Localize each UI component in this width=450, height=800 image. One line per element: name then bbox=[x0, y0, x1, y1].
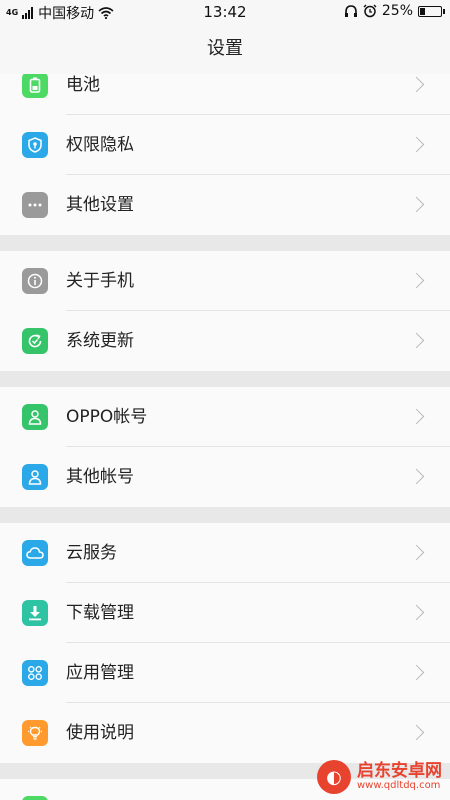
settings-item[interactable]: OPPO帐号 bbox=[0, 387, 450, 447]
cloud-icon bbox=[22, 540, 48, 566]
chevron-right-icon bbox=[408, 76, 425, 93]
page-title: 设置 bbox=[0, 24, 450, 74]
battery-icon bbox=[22, 74, 48, 98]
apps-icon bbox=[22, 660, 48, 686]
settings-item[interactable]: 权限隐私 bbox=[0, 115, 450, 175]
chevron-right-icon bbox=[408, 468, 425, 485]
chevron-right-icon bbox=[408, 332, 425, 349]
battery-icon bbox=[418, 5, 445, 17]
group-separator bbox=[0, 371, 450, 387]
watermark-url: www.qdltdq.com bbox=[357, 780, 441, 791]
settings-item[interactable]: 其他帐号 bbox=[0, 447, 450, 507]
settings-item[interactable]: 电池 bbox=[0, 74, 450, 115]
settings-item-label: 使用说明 bbox=[66, 723, 134, 743]
settings-item[interactable]: 其他设置 bbox=[0, 175, 450, 235]
settings-item-label: 关于手机 bbox=[66, 271, 134, 291]
group-separator bbox=[0, 507, 450, 523]
watermark: ◐ 启东安卓网 www.qdltdq.com bbox=[317, 760, 442, 794]
watermark-title: 启东安卓网 bbox=[357, 761, 442, 781]
settings-item[interactable]: 关于手机 bbox=[0, 251, 450, 311]
watermark-logo: ◐ bbox=[317, 760, 351, 794]
chevron-right-icon bbox=[408, 272, 425, 289]
shield-icon bbox=[22, 132, 48, 158]
chevron-right-icon bbox=[408, 664, 425, 681]
update-icon bbox=[22, 328, 48, 354]
app-icon bbox=[22, 796, 48, 800]
settings-item-label: 应用管理 bbox=[66, 663, 134, 683]
chevron-right-icon bbox=[408, 196, 425, 213]
alarm-icon bbox=[363, 4, 377, 18]
settings-group: 电池权限隐私其他设置 bbox=[0, 74, 450, 235]
info-icon bbox=[22, 268, 48, 294]
chevron-right-icon bbox=[408, 604, 425, 621]
headphone-icon bbox=[344, 4, 357, 17]
chevron-right-icon bbox=[408, 136, 425, 153]
download-icon bbox=[22, 600, 48, 626]
person-icon bbox=[22, 464, 48, 490]
settings-item-label: 系统更新 bbox=[66, 331, 134, 351]
settings-list: 电池权限隐私其他设置关于手机系统更新 OPPO帐号 其他帐号云服务下载管理应用管理使… bbox=[0, 74, 450, 800]
settings-item-label: 下载管理 bbox=[66, 603, 134, 623]
settings-item-label: 云服务 bbox=[66, 543, 117, 563]
person-icon bbox=[22, 404, 48, 430]
status-bar: 4G 中国移动 13:42 25% bbox=[0, 0, 450, 24]
settings-item[interactable]: 系统更新 bbox=[0, 311, 450, 371]
status-right: 25% bbox=[344, 3, 445, 19]
settings-item-label: 权限隐私 bbox=[66, 135, 134, 155]
settings-item-label: OPPO帐号 bbox=[66, 407, 148, 427]
settings-item-label: 其他设置 bbox=[66, 195, 134, 215]
settings-item-label: 其他帐号 bbox=[66, 467, 134, 487]
chevron-right-icon bbox=[408, 724, 425, 741]
settings-item[interactable]: 下载管理 bbox=[0, 583, 450, 643]
more-dots-icon bbox=[22, 192, 48, 218]
settings-group: 关于手机 系统更新 bbox=[0, 251, 450, 371]
group-separator bbox=[0, 235, 450, 251]
battery-percent: 25% bbox=[381, 3, 413, 19]
settings-group: OPPO帐号 其他帐号 bbox=[0, 387, 450, 507]
settings-item[interactable]: 应用管理 bbox=[0, 643, 450, 703]
settings-item[interactable]: 云服务 bbox=[0, 523, 450, 583]
settings-group: 云服务下载管理应用管理使用说明 bbox=[0, 523, 450, 763]
bulb-icon bbox=[22, 720, 48, 746]
chevron-right-icon bbox=[408, 544, 425, 561]
chevron-right-icon bbox=[408, 408, 425, 425]
settings-item[interactable]: 使用说明 bbox=[0, 703, 450, 763]
settings-item-label: 电池 bbox=[66, 75, 100, 95]
